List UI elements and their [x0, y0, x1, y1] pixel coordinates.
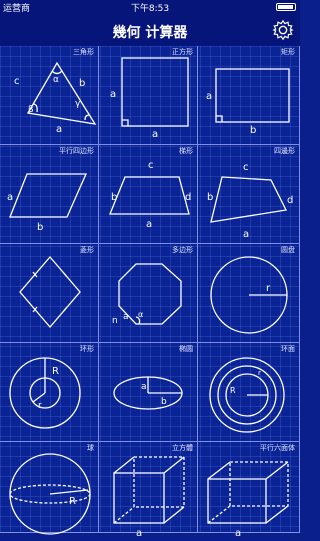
svg-text:c: c [14, 76, 20, 87]
svg-text:r: r [266, 283, 271, 294]
svg-text:R: R [69, 496, 76, 507]
svg-text:α: α [53, 75, 59, 85]
svg-text:r: r [38, 401, 42, 411]
polygon-diagram: n a α [112, 263, 182, 326]
shape-cell-sphere[interactable]: 球 R [0, 442, 99, 535]
svg-text:α: α [138, 310, 143, 319]
svg-text:b: b [207, 192, 213, 203]
svg-text:a: a [56, 124, 62, 135]
triangle-diagram: c α b β γ a [14, 61, 97, 135]
clock: 下午8:53 [130, 4, 170, 14]
rhombus-diagram [19, 256, 81, 328]
svg-text:b: b [111, 192, 117, 203]
annulus-diagram: R r [9, 357, 81, 429]
shape-cell-annulus[interactable]: 环形 R r [0, 343, 99, 442]
shape-cell-rhombus[interactable]: 菱形 [0, 244, 99, 343]
shape-cell-trapezoid[interactable]: 梯形 c b d a [99, 145, 198, 244]
svg-text:d: d [287, 195, 293, 206]
battery-icon [276, 3, 296, 11]
square-diagram: a a [110, 57, 189, 140]
svg-text:d: d [185, 192, 191, 203]
shape-cell-square[interactable]: 正方形 a a [99, 46, 198, 145]
shape-cell-parallelogram[interactable]: 平行四边形 a b [0, 145, 99, 244]
svg-text:a: a [110, 89, 116, 100]
shape-cell-parallelepiped[interactable]: 平行六面体 a [198, 442, 300, 539]
disc-diagram: r [210, 256, 288, 334]
shape-cell-triangle[interactable]: 三角形 c α b β γ a [0, 46, 99, 145]
shape-cell-polygon[interactable]: 多边形 n a α [99, 244, 198, 343]
shape-cell-rectangle[interactable]: 矩形 a b [198, 46, 300, 145]
svg-text:a: a [136, 528, 142, 539]
svg-text:a: a [206, 91, 212, 102]
svg-text:a: a [235, 528, 241, 539]
shape-cell-ellipse[interactable]: 椭圆 a b [99, 343, 198, 442]
trapezoid-diagram: c b d a [109, 160, 191, 230]
page-title: 幾何 计算器 [112, 25, 188, 41]
shape-grid: 三角形 c α b β γ a 正方形 a a 矩形 a b 平行四边形 a b… [0, 46, 300, 539]
svg-text:γ: γ [75, 99, 81, 109]
torus-diagram: r R [209, 357, 285, 433]
gear-icon[interactable] [272, 19, 294, 41]
svg-text:b: b [79, 78, 85, 89]
sphere-diagram: R [9, 453, 91, 535]
svg-text:a: a [152, 129, 158, 140]
svg-text:b: b [250, 125, 256, 136]
svg-text:a: a [146, 219, 152, 230]
svg-text:a: a [7, 192, 13, 203]
svg-text:a: a [243, 229, 249, 240]
shape-cell-cube[interactable]: 立方體 a [99, 442, 198, 539]
parallelepiped-diagram: a [207, 461, 289, 539]
svg-text:β: β [28, 105, 34, 115]
svg-text:b: b [161, 397, 167, 407]
nav-bar: 幾何 计算器 [0, 14, 300, 46]
svg-text:c: c [243, 162, 249, 173]
svg-text:b: b [37, 222, 43, 233]
svg-text:a: a [123, 312, 129, 322]
ellipse-diagram: a b [113, 376, 183, 410]
svg-text:c: c [148, 160, 154, 171]
svg-text:r: r [258, 369, 261, 377]
svg-text:R: R [52, 366, 59, 377]
svg-text:n: n [112, 316, 118, 326]
shape-cell-torus[interactable]: 环面 r R [198, 343, 300, 442]
svg-text:a: a [141, 382, 147, 392]
shape-cell-disc[interactable]: 圆盘 r [198, 244, 300, 343]
svg-text:R: R [230, 386, 236, 395]
status-bar: 运营商 下午8:53 [0, 0, 300, 14]
quadrilateral-diagram: c b d a [207, 162, 293, 240]
parallelogram-diagram: a b [7, 173, 87, 233]
shape-cell-quadrilateral[interactable]: 四邊形 c b d a [198, 145, 300, 244]
rectangle-diagram: a b [206, 68, 290, 136]
cube-diagram: a [113, 456, 185, 539]
